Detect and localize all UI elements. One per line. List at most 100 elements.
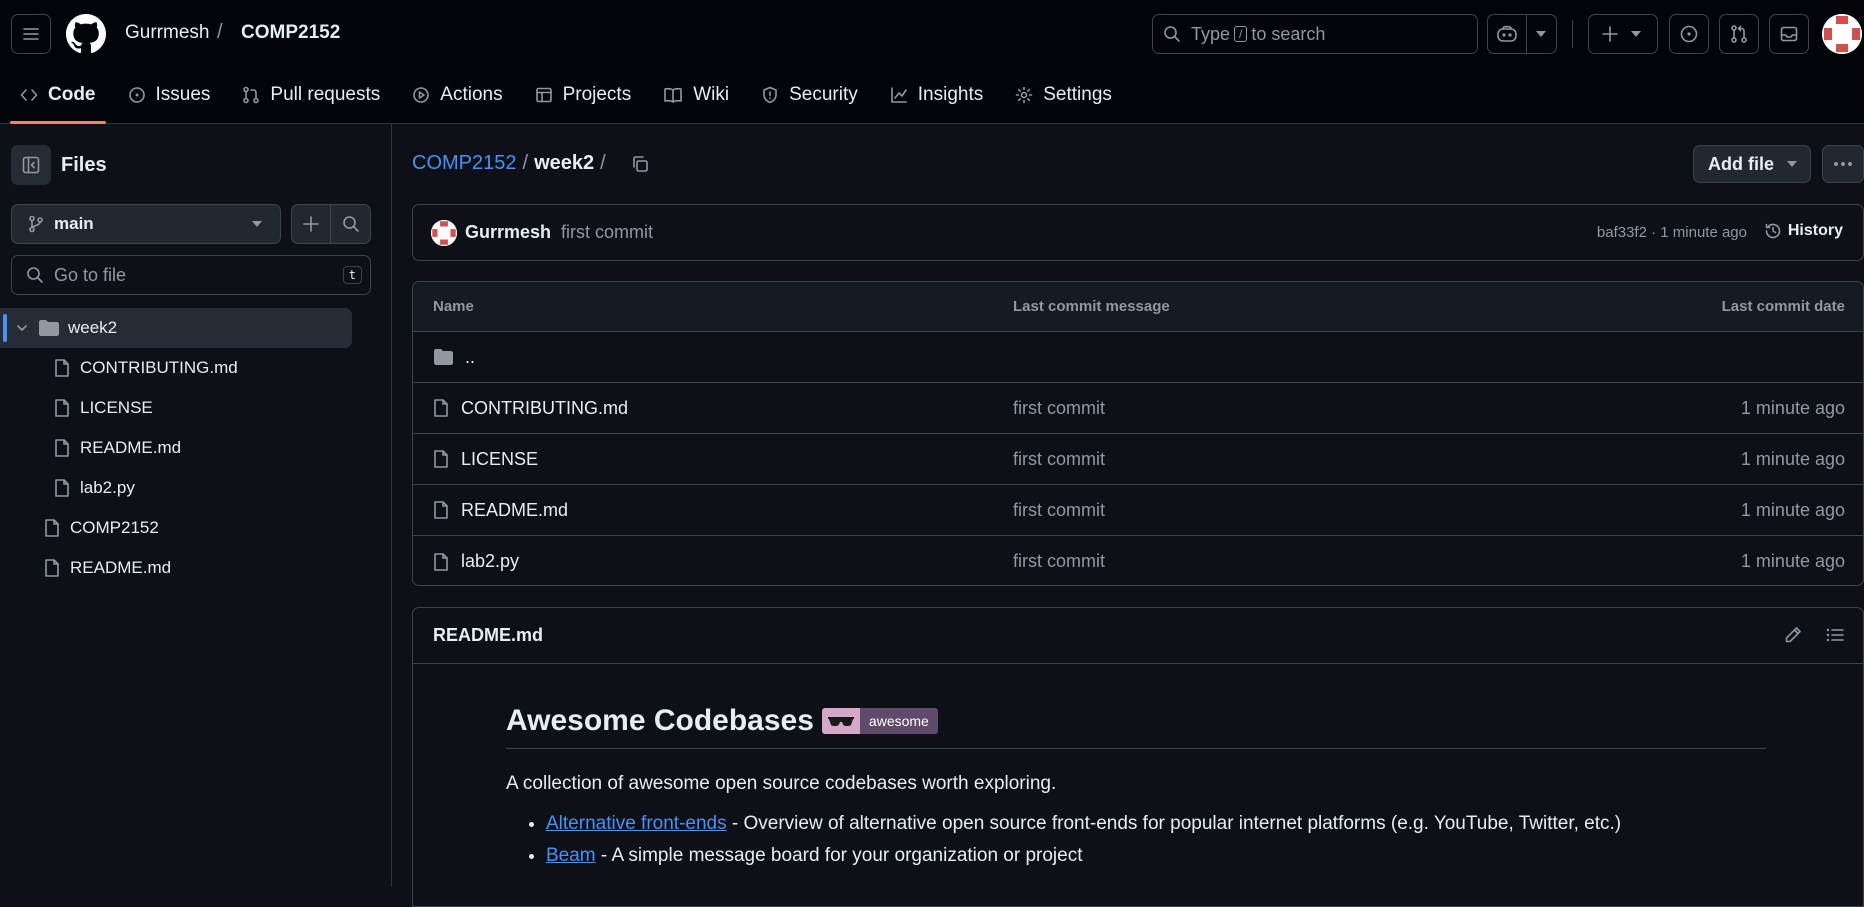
tree-item-label: COMP2152 — [70, 518, 159, 537]
latest-commit-bar: Gurrmesh first commit baf33f2 · 1 minute… — [412, 204, 1864, 261]
sidebar-collapse-icon — [22, 156, 40, 174]
tree-item-file[interactable]: LICENSE — [0, 388, 392, 428]
copilot-button[interactable] — [1488, 15, 1527, 53]
tree-item-file[interactable]: CONTRIBUTING.md — [0, 348, 392, 388]
tree-item-week2[interactable]: week2 — [0, 308, 352, 348]
tab-security[interactable]: Security — [749, 76, 870, 114]
issue-icon — [1680, 25, 1698, 43]
add-file-button[interactable]: Add file — [1693, 145, 1811, 183]
commit-message[interactable]: first commit — [561, 222, 653, 243]
tree-item-label: LICENSE — [80, 398, 153, 417]
file-link[interactable]: README.md — [433, 500, 568, 521]
table-row: LICENSE first commit 1 minute ago — [413, 434, 1863, 485]
menu-icon — [23, 28, 39, 40]
history-icon — [1765, 223, 1781, 239]
folder-icon — [434, 349, 453, 365]
tab-actions[interactable]: Actions — [400, 76, 514, 114]
file-icon — [55, 359, 69, 377]
tab-settings[interactable]: Settings — [1003, 76, 1124, 114]
tab-pull-requests[interactable]: Pull requests — [230, 76, 392, 114]
readme-link[interactable]: Alternative front-ends — [546, 813, 727, 834]
file-link[interactable]: LICENSE — [433, 449, 538, 470]
create-new-button[interactable] — [1588, 14, 1658, 54]
tab-label: Issues — [155, 84, 211, 105]
owner-link[interactable]: Gurrmesh — [125, 22, 209, 44]
breadcrumb-repo-link[interactable]: COMP2152 — [412, 152, 517, 175]
tree-item-label: week2 — [68, 318, 118, 337]
breadcrumb: COMP2152 / week2 / — [412, 152, 650, 175]
repo-link[interactable]: COMP2152 — [241, 22, 340, 44]
file-commit-date: 1 minute ago — [1740, 551, 1845, 571]
file-tree-sidebar: Files main Go to file t week2 CONTRIBUTI… — [0, 124, 392, 887]
outline-list-icon[interactable] — [1825, 625, 1845, 645]
search-prefix: Type — [1191, 23, 1231, 44]
caret-down-icon — [252, 221, 262, 227]
search-input[interactable]: Type / to search — [1152, 14, 1478, 54]
awesome-badge[interactable]: awesome — [821, 708, 938, 734]
go-to-file-input[interactable]: Go to file t — [11, 255, 371, 295]
file-icon — [45, 519, 59, 537]
pull-request-icon — [1731, 25, 1747, 43]
column-header-name: Name — [433, 298, 474, 315]
tree-item-file[interactable]: COMP2152 — [0, 508, 392, 548]
list-item: Alternative front-ends - Overview of alt… — [546, 813, 1766, 835]
readme-item-text: - Overview of alternative open source fr… — [726, 813, 1622, 834]
add-file-sidebar-button[interactable] — [292, 205, 332, 243]
file-commit-message[interactable]: first commit — [1013, 500, 1105, 521]
inbox-button[interactable] — [1769, 14, 1809, 54]
user-avatar[interactable] — [1822, 14, 1862, 54]
copilot-dropdown-button[interactable] — [1527, 15, 1556, 53]
file-link[interactable]: CONTRIBUTING.md — [433, 398, 628, 419]
github-logo-icon[interactable] — [66, 14, 106, 54]
header-top-bar: Gurrmesh / COMP2152 Type / to search — [0, 0, 1864, 68]
tab-code[interactable]: Code — [8, 76, 108, 124]
commit-meta[interactable]: baf33f2 · 1 minute ago — [1597, 224, 1747, 241]
shield-icon — [763, 86, 777, 104]
tab-wiki[interactable]: Wiki — [651, 76, 741, 114]
tab-label: Settings — [1043, 84, 1112, 105]
branch-selector[interactable]: main — [11, 204, 281, 244]
code-icon — [20, 89, 38, 101]
chevron-down-icon[interactable] — [16, 322, 28, 334]
tree-item-file[interactable]: README.md — [0, 548, 392, 588]
table-row: lab2.py first commit 1 minute ago — [413, 536, 1863, 585]
commit-author-avatar[interactable] — [431, 219, 457, 246]
tab-issues[interactable]: Issues — [116, 76, 223, 114]
tree-item-file[interactable]: README.md — [0, 428, 392, 468]
branch-name: main — [54, 214, 94, 233]
history-label: History — [1787, 222, 1843, 239]
badge-label: awesome — [859, 708, 938, 734]
pencil-icon[interactable] — [1783, 625, 1803, 645]
collapse-sidebar-button[interactable] — [11, 145, 51, 185]
file-link[interactable]: lab2.py — [433, 551, 519, 572]
pull-requests-button[interactable] — [1719, 14, 1759, 54]
tab-insights[interactable]: Insights — [878, 76, 995, 114]
go-to-file-shortcut: t — [342, 266, 362, 284]
tree-item-label: lab2.py — [80, 478, 135, 497]
parent-directory-row[interactable]: .. — [413, 332, 1863, 383]
file-commit-message[interactable]: first commit — [1013, 449, 1105, 470]
file-commit-message[interactable]: first commit — [1013, 398, 1105, 419]
tree-item-file[interactable]: lab2.py — [0, 468, 392, 508]
commit-author[interactable]: Gurrmesh — [465, 222, 551, 243]
hamburger-menu-button[interactable] — [11, 14, 51, 54]
readme-link[interactable]: Beam — [546, 845, 596, 866]
readme-content: Awesome Codebases awesome A collection o… — [506, 704, 1766, 877]
more-options-button[interactable] — [1822, 145, 1864, 183]
issues-button[interactable] — [1669, 14, 1709, 54]
owner-repo-separator: / — [217, 21, 223, 43]
tab-label: Insights — [917, 84, 984, 105]
parent-directory-link[interactable]: .. — [433, 347, 475, 368]
identicon-icon — [431, 219, 457, 246]
table-row: CONTRIBUTING.md first commit 1 minute ag… — [413, 383, 1863, 434]
readme-filename[interactable]: README.md — [433, 625, 543, 646]
file-commit-message[interactable]: first commit — [1013, 551, 1105, 572]
pull-request-icon — [243, 86, 260, 104]
file-table-header: Name Last commit message Last commit dat… — [413, 282, 1863, 332]
tab-projects[interactable]: Projects — [523, 76, 644, 114]
sunglasses-icon — [821, 708, 860, 734]
tree-item-label: README.md — [80, 438, 182, 457]
copy-path-icon[interactable] — [630, 154, 650, 174]
history-button[interactable]: History — [1764, 222, 1843, 240]
search-files-button[interactable] — [331, 205, 370, 243]
